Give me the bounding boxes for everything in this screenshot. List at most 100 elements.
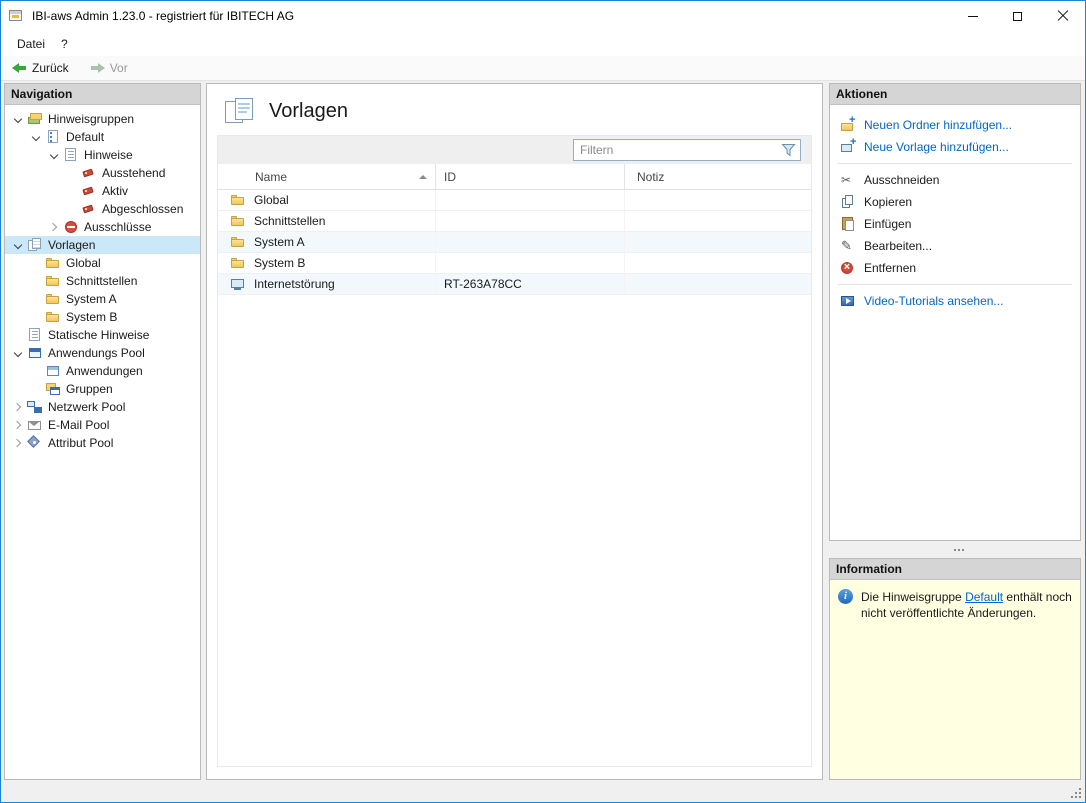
tree-expand-arrow-icon[interactable]	[45, 218, 63, 236]
tree-expand-arrow-icon[interactable]	[63, 200, 81, 218]
table-row[interactable]: Internetstörung RT-263A78CC	[218, 274, 811, 295]
sort-ascending-icon	[419, 175, 427, 179]
sidebar-item-hinweise[interactable]: Hinweise	[5, 146, 200, 164]
tree-expand-arrow-icon[interactable]	[27, 272, 45, 290]
sidebar-item-attribut-pool[interactable]: Attribut Pool	[5, 434, 200, 452]
content-area: Navigation Hinweisgruppen Default Hinwei…	[1, 81, 1085, 782]
information-body: Die Hinweisgruppe Default enthält noch n…	[830, 580, 1080, 779]
tree-item-icon	[45, 363, 61, 379]
back-button[interactable]: Zurück	[7, 60, 73, 76]
sidebar-item-ausschluesse[interactable]: Ausschlüsse	[5, 218, 200, 236]
templates-table: Name ID Notiz Global	[217, 135, 812, 767]
sidebar-item-schnittstellen[interactable]: Schnittstellen	[5, 272, 200, 290]
resize-grip-icon[interactable]	[1079, 796, 1081, 798]
table-row[interactable]: System A	[218, 232, 811, 253]
tree-item-icon	[27, 417, 43, 433]
info-icon	[838, 589, 854, 605]
tree-item-label: Aktiv	[102, 184, 128, 198]
sidebar-item-aktiv[interactable]: Aktiv	[5, 182, 200, 200]
tree-expand-arrow-icon[interactable]	[63, 182, 81, 200]
tree-item-label: Ausstehend	[102, 166, 165, 180]
maximize-button[interactable]	[995, 1, 1040, 31]
tree-expand-arrow-icon[interactable]	[27, 290, 45, 308]
action-label: Einfügen	[864, 217, 911, 231]
row-type-icon	[230, 234, 246, 250]
action-label: Ausschneiden	[864, 173, 939, 187]
sidebar-item-default[interactable]: Default	[5, 128, 200, 146]
tree-expand-arrow-icon[interactable]	[63, 164, 81, 182]
actions-panel: Aktionen Neuen Ordner hinzufügen... Neue…	[829, 83, 1081, 541]
column-header-id[interactable]: ID	[436, 164, 625, 189]
sidebar-item-anwendungen[interactable]: Anwendungen	[5, 362, 200, 380]
table-row[interactable]: Schnittstellen	[218, 211, 811, 232]
sidebar-item-e-mail-pool[interactable]: E-Mail Pool	[5, 416, 200, 434]
tree-item-label: Attribut Pool	[48, 436, 113, 450]
tree-expand-arrow-icon[interactable]	[9, 416, 27, 434]
action-neuen-ordner-hinzufuegen[interactable]: Neuen Ordner hinzufügen...	[830, 114, 1080, 136]
action-video-tutorials-ansehen[interactable]: Video-Tutorials ansehen...	[830, 290, 1080, 312]
row-type-icon	[230, 276, 246, 292]
sidebar-item-global[interactable]: Global	[5, 254, 200, 272]
action-ausschneiden[interactable]: Ausschneiden	[830, 169, 1080, 191]
minimize-button[interactable]	[950, 1, 995, 31]
information-text: Die Hinweisgruppe Default enthält noch n…	[861, 589, 1072, 621]
cell-name-text: Global	[254, 193, 289, 207]
forward-button[interactable]: Vor	[85, 60, 132, 76]
tree-expand-arrow-icon[interactable]	[45, 146, 63, 164]
tree-expand-arrow-icon[interactable]	[9, 398, 27, 416]
sidebar-item-abgeschlossen[interactable]: Abgeschlossen	[5, 200, 200, 218]
tree-expand-arrow-icon[interactable]	[27, 380, 45, 398]
column-header-name[interactable]: Name	[218, 164, 436, 189]
tree-item-icon	[27, 435, 43, 451]
action-einfuegen[interactable]: Einfügen	[830, 213, 1080, 235]
sidebar-item-netzwerk-pool[interactable]: Netzwerk Pool	[5, 398, 200, 416]
sidebar-item-anwendungs-pool[interactable]: Anwendungs Pool	[5, 344, 200, 362]
sidebar-item-system-b[interactable]: System B	[5, 308, 200, 326]
tree-expand-arrow-icon[interactable]	[27, 254, 45, 272]
tree-item-label: Hinweisgruppen	[48, 112, 134, 126]
action-label: Kopieren	[864, 195, 912, 209]
cell-name-text: System B	[254, 256, 305, 270]
cell-name: System B	[218, 253, 436, 273]
sidebar-item-hinweisgruppen[interactable]: Hinweisgruppen	[5, 110, 200, 128]
tree-expand-arrow-icon[interactable]	[27, 308, 45, 326]
app-icon	[9, 8, 25, 24]
tree-item-icon	[81, 183, 97, 199]
information-text-before: Die Hinweisgruppe	[861, 590, 965, 604]
cell-notiz	[625, 274, 811, 294]
action-kopieren[interactable]: Kopieren	[830, 191, 1080, 213]
app-window: { "colors": { "window_border": "#1883d7"…	[0, 0, 1086, 803]
action-entfernen[interactable]: Entfernen	[830, 257, 1080, 279]
menu-item-help[interactable]: ?	[53, 34, 76, 54]
cell-name: Internetstörung	[218, 274, 436, 294]
tree-expand-arrow-icon[interactable]	[9, 110, 27, 128]
row-type-icon	[230, 213, 246, 229]
table-header: Name ID Notiz	[218, 164, 811, 190]
tree-item-label: System B	[66, 310, 117, 324]
sidebar-item-ausstehend[interactable]: Ausstehend	[5, 164, 200, 182]
table-row[interactable]: System B	[218, 253, 811, 274]
panel-splitter[interactable]	[829, 541, 1081, 558]
tree-expand-arrow-icon[interactable]	[9, 326, 27, 344]
close-button[interactable]	[1040, 1, 1085, 31]
sidebar-item-gruppen[interactable]: Gruppen	[5, 380, 200, 398]
table-row[interactable]: Global	[218, 190, 811, 211]
filter-funnel-icon[interactable]	[781, 143, 796, 157]
tree-expand-arrow-icon[interactable]	[27, 128, 45, 146]
sidebar-item-system-a[interactable]: System A	[5, 290, 200, 308]
sidebar-item-vorlagen[interactable]: Vorlagen	[5, 236, 200, 254]
sidebar-item-statische-hinweise[interactable]: Statische Hinweise	[5, 326, 200, 344]
table-body: Global Schnittstellen	[218, 190, 811, 766]
column-header-notiz[interactable]: Notiz	[625, 164, 811, 189]
tree-expand-arrow-icon[interactable]	[9, 344, 27, 362]
default-group-link[interactable]: Default	[965, 590, 1003, 604]
cell-notiz	[625, 211, 811, 231]
filter-input[interactable]	[574, 141, 781, 159]
action-neue-vorlage-hinzufuegen[interactable]: Neue Vorlage hinzufügen...	[830, 136, 1080, 158]
cell-name: Global	[218, 190, 436, 210]
tree-expand-arrow-icon[interactable]	[27, 362, 45, 380]
menu-item-datei[interactable]: Datei	[9, 34, 53, 54]
tree-expand-arrow-icon[interactable]	[9, 434, 27, 452]
action-bearbeiten[interactable]: Bearbeiten...	[830, 235, 1080, 257]
tree-expand-arrow-icon[interactable]	[9, 236, 27, 254]
